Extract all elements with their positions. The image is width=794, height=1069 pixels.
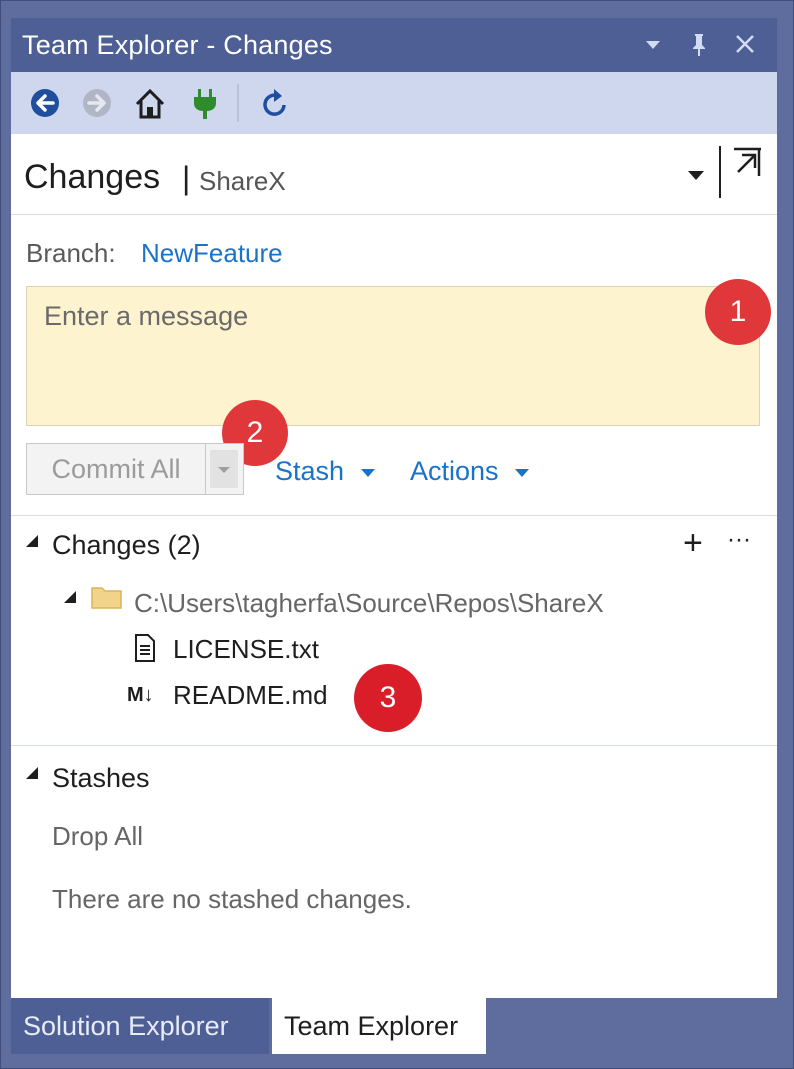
back-icon[interactable] — [29, 87, 61, 119]
commit-message-input[interactable]: Enter a message — [26, 286, 760, 426]
branch-link[interactable]: NewFeature — [141, 238, 283, 269]
actions-menu-link[interactable]: Actions — [410, 456, 532, 487]
title-bar: Team Explorer - Changes — [11, 18, 777, 72]
page-dropdown-icon[interactable] — [686, 168, 706, 187]
stage-all-plus-icon[interactable]: + — [683, 524, 703, 563]
repository-name: ShareX — [199, 166, 286, 196]
home-icon[interactable] — [133, 87, 165, 119]
page-title: Changes — [24, 158, 161, 196]
callout-badge-3: 3 — [354, 664, 422, 732]
file-name: README.md — [173, 680, 328, 710]
more-options-icon[interactable]: ··· — [727, 526, 751, 554]
changes-section-title: Changes (2) — [52, 530, 201, 560]
chevron-down-icon — [360, 469, 375, 477]
collapse-triangle-icon — [26, 535, 38, 547]
team-explorer-panel: Changes | ShareX Branch: NewFeature Ente… — [11, 134, 777, 998]
callout-badge-1: 1 — [705, 279, 771, 345]
toolbar-separator — [237, 84, 239, 122]
refresh-icon[interactable] — [259, 87, 291, 119]
forward-icon[interactable] — [81, 87, 113, 119]
popout-icon[interactable] — [730, 146, 764, 180]
stashes-empty-message: There are no stashed changes. — [52, 884, 412, 914]
drop-all-link[interactable]: Drop All — [52, 821, 143, 852]
folder-path: C:\Users\tagherfa\Source\Repos\ShareX — [134, 588, 604, 618]
title-separator: | — [182, 160, 191, 196]
tab-solution-explorer[interactable]: Solution Explorer — [11, 998, 269, 1054]
commit-dropdown-face — [210, 450, 238, 488]
chevron-down-icon — [218, 467, 230, 473]
section-divider — [11, 745, 777, 746]
folder-icon — [91, 587, 122, 609]
commit-options-dropdown[interactable] — [206, 443, 244, 495]
file-name: LICENSE.txt — [173, 634, 319, 664]
pin-icon[interactable] — [689, 32, 709, 63]
commit-all-button[interactable]: Commit All — [26, 443, 206, 495]
connect-plug-icon[interactable] — [189, 87, 221, 119]
stashes-section-title: Stashes — [52, 763, 150, 793]
stash-menu-link[interactable]: Stash — [275, 456, 378, 487]
section-divider — [11, 515, 777, 516]
tab-team-explorer[interactable]: Team Explorer — [272, 998, 486, 1054]
bottom-tab-strip: Solution Explorer Team Explorer — [11, 998, 777, 1054]
toolbar — [11, 72, 777, 134]
collapse-triangle-icon — [64, 591, 76, 603]
window-menu-dropdown-icon[interactable] — [643, 32, 663, 61]
header-separator — [719, 146, 721, 198]
collapse-triangle-icon — [26, 767, 38, 779]
branch-label: Branch: — [26, 238, 116, 268]
actions-label: Actions — [410, 456, 499, 486]
chevron-down-icon — [515, 469, 530, 477]
close-icon[interactable] — [733, 32, 757, 61]
commit-message-placeholder: Enter a message — [44, 301, 249, 331]
markdown-icon: M↓ — [127, 684, 154, 706]
page-header: Changes | ShareX — [11, 134, 777, 215]
stash-label: Stash — [275, 456, 345, 486]
window-title: Team Explorer - Changes — [22, 30, 333, 60]
document-icon — [135, 634, 155, 662]
